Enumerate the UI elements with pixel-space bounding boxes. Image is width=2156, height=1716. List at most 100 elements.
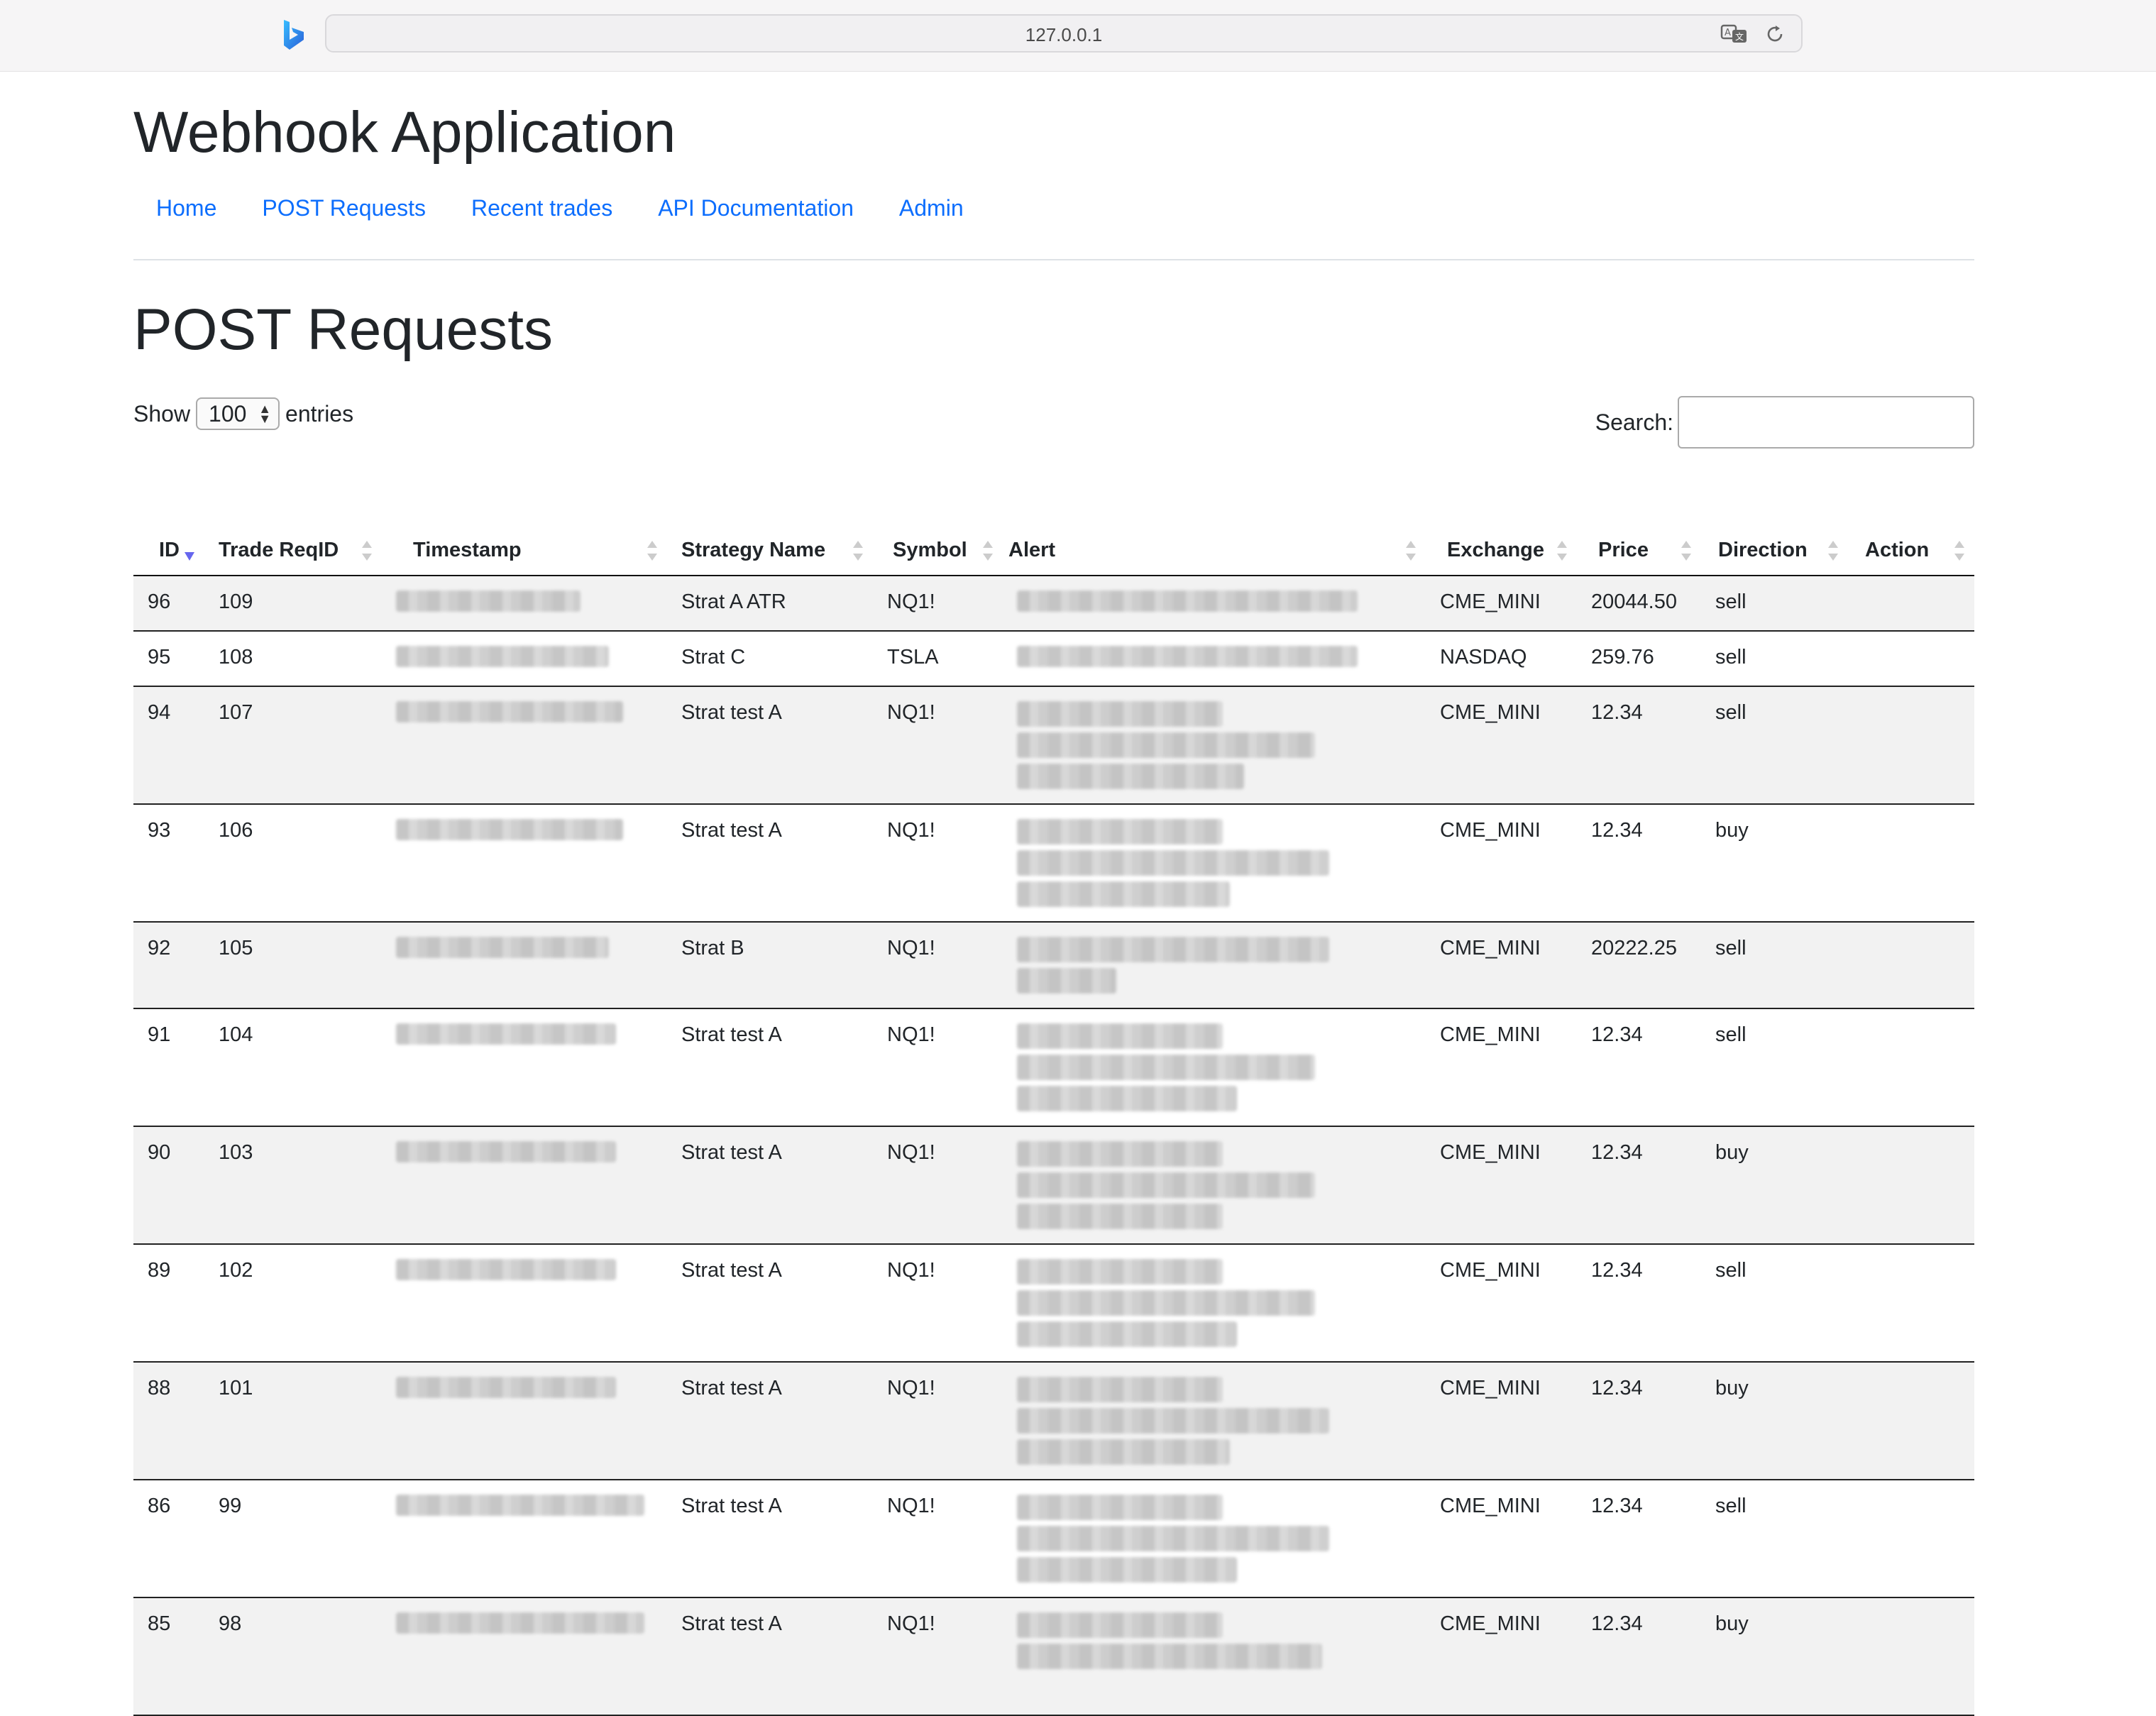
translate-icon[interactable]: A 文: [1720, 23, 1749, 45]
cell-direction: sell: [1701, 686, 1848, 805]
table-row: 88 101 Strat test A NQ1! CME_MINI 12.34 …: [133, 1362, 1974, 1480]
search-input[interactable]: [1678, 396, 1974, 449]
sort-icon: [1557, 541, 1567, 561]
svg-text:文: 文: [1735, 31, 1744, 42]
post-requests-table: ID Trade ReqID Timestamp Strategy Name S…: [133, 525, 1974, 1716]
sort-icon: [647, 541, 657, 561]
cell-symbol: NQ1!: [873, 1008, 1003, 1127]
cell-exchange: CME_MINI: [1426, 1008, 1577, 1127]
cell-strategy-name: Strat C: [667, 631, 873, 687]
column-header-timestamp[interactable]: Timestamp: [382, 525, 667, 576]
cell-action: [1848, 922, 1974, 1009]
cell-timestamp-redacted: [382, 804, 667, 923]
cell-alert-redacted: [1003, 922, 1426, 1009]
post-requests-table-wrap: ID Trade ReqID Timestamp Strategy Name S…: [133, 525, 1974, 1716]
cell-exchange: CME_MINI: [1426, 1126, 1577, 1245]
cell-id: 92: [133, 922, 204, 1009]
show-label: Show: [133, 400, 191, 427]
nav-home[interactable]: Home: [133, 190, 239, 226]
column-header-alert[interactable]: Alert: [1003, 525, 1426, 576]
nav-post-requests[interactable]: POST Requests: [239, 190, 449, 226]
cell-price: 12.34: [1577, 686, 1701, 805]
search-label: Search:: [1595, 409, 1673, 435]
table-row: 93 106 Strat test A NQ1! CME_MINI 12.34 …: [133, 804, 1974, 923]
cell-direction: buy: [1701, 804, 1848, 923]
cell-exchange: CME_MINI: [1426, 804, 1577, 923]
cell-price: 12.34: [1577, 1597, 1701, 1716]
cell-id: 91: [133, 1008, 204, 1127]
cell-strategy-name: Strat test A: [667, 1597, 873, 1716]
cell-price: 12.34: [1577, 1008, 1701, 1127]
table-header-row: ID Trade ReqID Timestamp Strategy Name S…: [133, 525, 1974, 576]
main-nav: Home POST Requests Recent trades API Doc…: [133, 190, 986, 226]
nav-api-documentation[interactable]: API Documentation: [635, 190, 876, 226]
cell-alert-redacted: [1003, 686, 1426, 805]
cell-price: 12.34: [1577, 804, 1701, 923]
column-header-strategy-name[interactable]: Strategy Name: [667, 525, 873, 576]
table-row: 86 99 Strat test A NQ1! CME_MINI 12.34 s…: [133, 1480, 1974, 1598]
cell-symbol: NQ1!: [873, 1480, 1003, 1598]
cell-direction: sell: [1701, 922, 1848, 1009]
cell-price: 12.34: [1577, 1244, 1701, 1363]
cell-trade-reqid: 107: [204, 686, 382, 805]
cell-trade-reqid: 103: [204, 1126, 382, 1245]
cell-action: [1848, 1597, 1974, 1716]
bing-icon[interactable]: [281, 18, 307, 51]
cell-id: 94: [133, 686, 204, 805]
cell-exchange: CME_MINI: [1426, 576, 1577, 632]
cell-alert-redacted: [1003, 804, 1426, 923]
nav-recent-trades[interactable]: Recent trades: [449, 190, 635, 226]
cell-id: 86: [133, 1480, 204, 1598]
cell-alert-redacted: [1003, 1362, 1426, 1480]
column-header-exchange[interactable]: Exchange: [1426, 525, 1577, 576]
cell-id: 88: [133, 1362, 204, 1480]
cell-symbol: NQ1!: [873, 1597, 1003, 1716]
cell-price: 20222.25: [1577, 922, 1701, 1009]
address-bar-text: 127.0.0.1: [1025, 24, 1103, 45]
cell-alert-redacted: [1003, 1597, 1426, 1716]
cell-trade-reqid: 98: [204, 1597, 382, 1716]
cell-id: 96: [133, 576, 204, 632]
column-header-direction[interactable]: Direction: [1701, 525, 1848, 576]
cell-action: [1848, 1008, 1974, 1127]
table-body: 96 109 Strat A ATR NQ1! CME_MINI 20044.5…: [133, 576, 1974, 1716]
cell-trade-reqid: 105: [204, 922, 382, 1009]
table-row: 95 108 Strat C TSLA NASDAQ 259.76 sell: [133, 631, 1974, 687]
browser-toolbar: 127.0.0.1 A 文: [0, 0, 2156, 72]
entries-select-value: 100: [209, 400, 247, 427]
column-header-id[interactable]: ID: [133, 525, 204, 576]
column-header-symbol[interactable]: Symbol: [873, 525, 1003, 576]
reload-icon[interactable]: [1764, 23, 1786, 45]
cell-timestamp-redacted: [382, 576, 667, 632]
cell-exchange: CME_MINI: [1426, 686, 1577, 805]
sort-icon: [1828, 541, 1838, 561]
cell-alert-redacted: [1003, 1008, 1426, 1127]
column-header-action[interactable]: Action: [1848, 525, 1974, 576]
cell-strategy-name: Strat test A: [667, 804, 873, 923]
cell-alert-redacted: [1003, 1480, 1426, 1598]
cell-strategy-name: Strat test A: [667, 1480, 873, 1598]
entries-select[interactable]: 100 ▲ ▼: [196, 397, 280, 430]
cell-action: [1848, 576, 1974, 632]
column-header-trade-reqid[interactable]: Trade ReqID: [204, 525, 382, 576]
cell-direction: buy: [1701, 1362, 1848, 1480]
sort-icon: [1954, 541, 1964, 561]
search-control: Search:: [1595, 396, 1974, 449]
cell-direction: sell: [1701, 1480, 1848, 1598]
cell-timestamp-redacted: [382, 1244, 667, 1363]
address-bar[interactable]: 127.0.0.1 A 文: [325, 14, 1803, 53]
cell-timestamp-redacted: [382, 922, 667, 1009]
column-header-price[interactable]: Price: [1577, 525, 1701, 576]
cell-alert-redacted: [1003, 576, 1426, 632]
cell-symbol: NQ1!: [873, 686, 1003, 805]
nav-admin[interactable]: Admin: [876, 190, 986, 226]
svg-text:A: A: [1725, 28, 1731, 38]
table-row: 85 98 Strat test A NQ1! CME_MINI 12.34 b…: [133, 1597, 1974, 1716]
cell-strategy-name: Strat test A: [667, 1244, 873, 1363]
cell-direction: buy: [1701, 1597, 1848, 1716]
cell-action: [1848, 631, 1974, 687]
select-arrows-icon: ▲ ▼: [258, 402, 272, 426]
cell-symbol: NQ1!: [873, 576, 1003, 632]
cell-trade-reqid: 101: [204, 1362, 382, 1480]
page-title: POST Requests: [133, 297, 553, 362]
